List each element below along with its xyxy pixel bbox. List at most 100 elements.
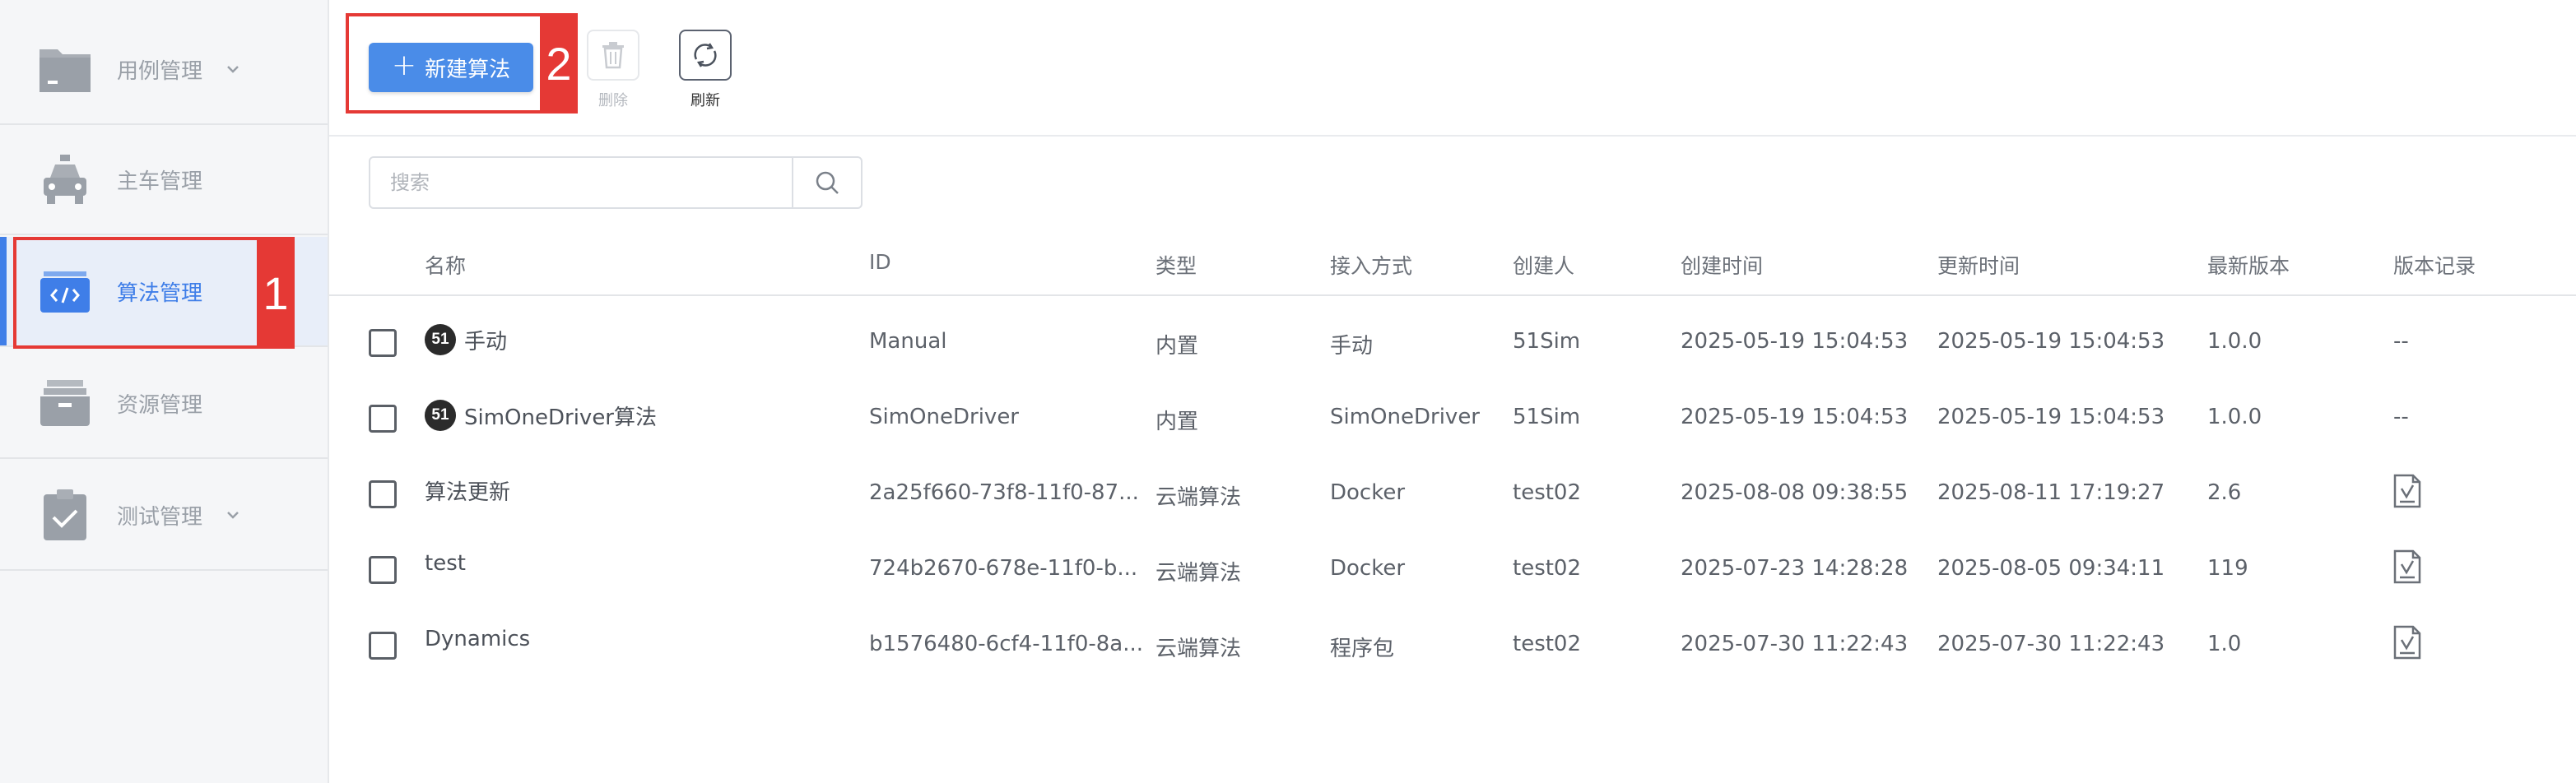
row-name: 算法更新 — [425, 475, 510, 506]
row-checkbox[interactable] — [369, 480, 397, 508]
cell-type: 云端算法 — [1155, 561, 1242, 586]
header-creator[interactable]: 创建人 — [1513, 250, 1574, 280]
table-row[interactable]: 51 SimOneDriver算法 SimOneDriver 内置 SimOne… — [329, 380, 2576, 456]
cell-created: 2025-05-19 15:04:53 — [1681, 405, 1909, 429]
clipboard-check-icon — [38, 488, 92, 542]
cell-version: 1.0.0 — [2207, 405, 2262, 429]
cell-id: 2a25f660-73f8-11f0-87... — [869, 480, 1139, 505]
cell-access: Docker — [1330, 480, 1406, 505]
cell-created: 2025-08-08 09:38:55 — [1681, 480, 1909, 505]
search-icon — [816, 171, 839, 194]
trash-icon — [602, 42, 624, 69]
cell-access: SimOneDriver — [1330, 405, 1480, 429]
cell-version: 1.0 — [2207, 632, 2242, 656]
51sim-logo-icon: 51 — [425, 324, 456, 355]
cell-creator: test02 — [1513, 556, 1582, 581]
table-row[interactable]: Dynamics b1576480-6cf4-11f0-8a... 云端算法 程… — [329, 607, 2576, 683]
cell-id: 724b2670-678e-11f0-b... — [869, 556, 1138, 581]
header-created[interactable]: 创建时间 — [1681, 250, 1763, 280]
cell-version: 1.0.0 — [2207, 329, 2262, 354]
refresh-button[interactable]: 刷新 — [678, 30, 732, 110]
cell-type: 云端算法 — [1155, 637, 1242, 661]
cell-creator: test02 — [1513, 480, 1582, 505]
cell-created: 2025-05-19 15:04:53 — [1681, 329, 1909, 354]
cell-type: 云端算法 — [1155, 485, 1242, 510]
row-name: 51 SimOneDriver算法 — [425, 400, 657, 431]
table-header: 名称 ID 类型 接入方式 创建人 创建时间 更新时间 最新版本 版本记录 — [329, 235, 2576, 296]
cell-updated: 2025-05-19 15:04:53 — [1937, 329, 2165, 354]
row-checkbox[interactable] — [369, 632, 397, 660]
cell-access: 程序包 — [1330, 637, 1395, 661]
cell-creator: 51Sim — [1513, 329, 1581, 354]
archive-box-icon — [38, 376, 92, 430]
chevron-down-icon — [227, 66, 239, 73]
cell-access: Docker — [1330, 556, 1406, 581]
sidebar-item-test-management[interactable]: 测试管理 — [0, 461, 328, 571]
version-history-icon[interactable] — [2393, 625, 2421, 660]
cell-type: 内置 — [1155, 334, 1199, 359]
header-updated[interactable]: 更新时间 — [1937, 250, 2020, 280]
cell-access: 手动 — [1330, 334, 1374, 359]
row-checkbox[interactable] — [369, 556, 397, 584]
annotation-box-2 — [346, 13, 543, 114]
name-text: Dynamics — [425, 627, 531, 651]
table-row[interactable]: 算法更新 2a25f660-73f8-11f0-87... 云端算法 Docke… — [329, 456, 2576, 531]
cell-created: 2025-07-30 11:22:43 — [1681, 632, 1909, 656]
car-icon — [38, 152, 92, 206]
row-name: Dynamics — [425, 627, 530, 651]
toolbar — [329, 0, 2576, 137]
table-row[interactable]: test 724b2670-678e-11f0-b... 云端算法 Docker… — [329, 531, 2576, 607]
cell-id: b1576480-6cf4-11f0-8a... — [869, 632, 1144, 656]
cell-creator: test02 — [1513, 632, 1582, 656]
table-row[interactable]: 51 手动 Manual 内置 手动 51Sim 2025-05-19 15:0… — [329, 304, 2576, 380]
sidebar-item-vehicle-management[interactable]: 主车管理 — [0, 125, 328, 235]
name-text: SimOneDriver算法 — [464, 405, 658, 430]
header-access[interactable]: 接入方式 — [1330, 250, 1412, 280]
51sim-logo-icon: 51 — [425, 400, 456, 431]
name-text: 算法更新 — [425, 480, 511, 505]
app-root: 用例管理 主车管理 算法管理 资源管理 测试管理 1 + 新建算法 2 删除 刷… — [0, 0, 2576, 783]
row-name: 51 手动 — [425, 324, 507, 355]
header-type[interactable]: 类型 — [1155, 250, 1197, 280]
sidebar-item-resource-management[interactable]: 资源管理 — [0, 349, 328, 459]
folder-icon — [38, 42, 92, 96]
cell-updated: 2025-08-05 09:34:11 — [1937, 556, 2165, 581]
search-input[interactable] — [370, 158, 792, 207]
header-version[interactable]: 最新版本 — [2207, 250, 2290, 280]
name-text: test — [425, 551, 466, 576]
annotation-number-1: 1 — [257, 237, 295, 349]
sidebar: 用例管理 主车管理 算法管理 资源管理 测试管理 — [0, 0, 329, 783]
cell-updated: 2025-08-11 17:19:27 — [1937, 480, 2165, 505]
header-name[interactable]: 名称 — [425, 250, 466, 280]
version-history-icon[interactable] — [2393, 549, 2421, 584]
search-bar — [369, 156, 863, 209]
refresh-icon — [694, 43, 717, 67]
version-history-icon[interactable] — [2393, 474, 2421, 508]
cell-history: -- — [2393, 405, 2409, 429]
header-id[interactable]: ID — [869, 250, 891, 274]
delete-label: 删除 — [598, 92, 628, 109]
header-history[interactable]: 版本记录 — [2393, 250, 2476, 280]
delete-button[interactable]: 删除 — [586, 30, 640, 110]
cell-updated: 2025-05-19 15:04:53 — [1937, 405, 2165, 429]
refresh-label: 刷新 — [690, 92, 720, 109]
chevron-down-icon — [227, 512, 239, 519]
sidebar-item-label: 用例管理 — [117, 58, 203, 84]
name-text: 手动 — [464, 329, 508, 354]
sidebar-item-label: 测试管理 — [117, 504, 203, 530]
cell-id: SimOneDriver — [869, 405, 1019, 429]
row-name: test — [425, 551, 466, 576]
sidebar-item-case-management[interactable]: 用例管理 — [0, 15, 328, 125]
cell-id: Manual — [869, 329, 947, 354]
row-checkbox[interactable] — [369, 405, 397, 433]
row-checkbox[interactable] — [369, 329, 397, 357]
cell-version: 2.6 — [2207, 480, 2242, 505]
annotation-number-2: 2 — [540, 13, 578, 114]
cell-created: 2025-07-23 14:28:28 — [1681, 556, 1909, 581]
sidebar-item-label: 主车管理 — [117, 169, 203, 194]
cell-creator: 51Sim — [1513, 405, 1581, 429]
search-button[interactable] — [792, 158, 861, 207]
active-indicator — [0, 237, 7, 345]
cell-version: 119 — [2207, 556, 2248, 581]
cell-updated: 2025-07-30 11:22:43 — [1937, 632, 2165, 656]
